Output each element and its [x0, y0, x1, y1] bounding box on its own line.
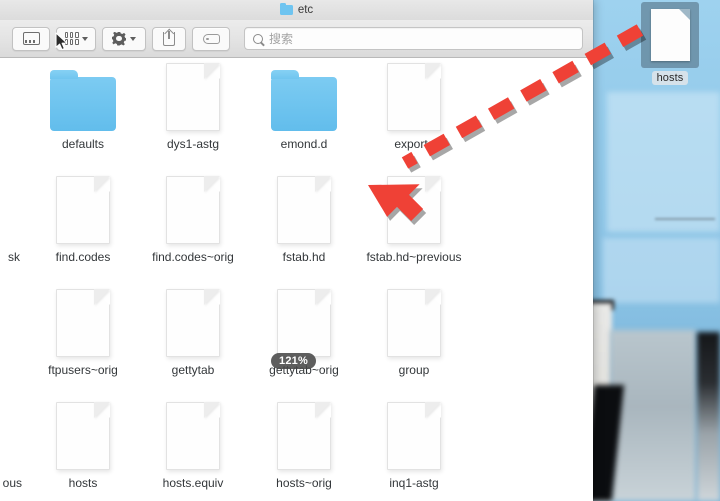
document-icon: [387, 402, 441, 470]
zoom-level-badge: 121%: [271, 353, 316, 369]
file-item-cutoff[interactable]: [0, 285, 22, 363]
document-icon: [56, 176, 110, 244]
file-label: hosts~orig: [276, 476, 332, 490]
document-icon: [166, 402, 220, 470]
file-item-cutoff[interactable]: sk: [0, 172, 22, 264]
file-grid[interactable]: defaults dys1-astg emond.d exports sk fi…: [0, 59, 593, 501]
document-icon: [650, 9, 690, 61]
file-label: dys1-astg: [166, 137, 220, 151]
icon-grid-view-icon: [64, 32, 79, 45]
file-label: ous: [2, 476, 22, 490]
file-label: inq1-astg: [389, 476, 439, 490]
folder-icon: [271, 70, 337, 131]
file-label: hosts.equiv: [162, 476, 224, 490]
tag-button[interactable]: [192, 26, 230, 51]
file-item-hosts[interactable]: hosts: [28, 398, 138, 490]
window-title-group: etc: [279, 2, 314, 16]
file-label: find.codes~orig: [152, 250, 234, 264]
share-icon: [163, 30, 175, 46]
file-item-dys1-astg[interactable]: dys1-astg: [138, 59, 248, 151]
file-label: emond.d: [280, 137, 328, 151]
file-item-gettytab[interactable]: gettytab: [138, 285, 248, 377]
folder-icon: [279, 2, 293, 15]
file-item-ftpusers-orig[interactable]: ftpusers~orig: [28, 285, 138, 377]
document-icon: [166, 289, 220, 357]
desktop-blurred-window-upper: [607, 92, 720, 232]
action-gear-button[interactable]: [102, 26, 146, 51]
document-icon: [56, 289, 110, 357]
document-icon: [277, 402, 331, 470]
file-item-find-codes-orig[interactable]: find.codes~orig: [138, 172, 248, 264]
file-item-emond-d[interactable]: emond.d: [249, 59, 359, 151]
file-label: find.codes: [55, 250, 111, 264]
share-button[interactable]: [152, 26, 186, 51]
file-label: exports: [394, 137, 434, 151]
file-item-fstab-hd[interactable]: fstab.hd: [249, 172, 359, 264]
file-item-defaults[interactable]: defaults: [28, 59, 138, 151]
file-item-find-codes[interactable]: find.codes: [28, 172, 138, 264]
file-item-hosts-orig[interactable]: hosts~orig: [249, 398, 359, 490]
file-item-cutoff[interactable]: [0, 59, 22, 137]
document-icon: [387, 176, 441, 244]
file-grid-row: ous hosts hosts.equiv hosts~orig inq1-as…: [0, 398, 593, 501]
desktop-blurred-window-lower: [603, 238, 720, 303]
file-item-fstab-hd-previous[interactable]: fstab.hd~previous: [359, 172, 469, 264]
gear-icon: [112, 31, 126, 46]
file-item-exports[interactable]: exports: [359, 59, 469, 151]
document-icon: [166, 63, 220, 131]
desktop-blurred-object-right: [697, 332, 720, 501]
document-icon: [277, 289, 331, 357]
window-title: etc: [297, 4, 314, 16]
view-icon-grid-button[interactable]: [56, 26, 96, 51]
document-icon: [166, 176, 220, 244]
document-icon: [277, 176, 331, 244]
file-label: ftpusers~orig: [48, 363, 118, 377]
finder-toolbar[interactable]: 搜索: [0, 20, 593, 58]
file-item-cutoff[interactable]: ous: [0, 398, 22, 490]
desktop-icon-selection-highlight: [641, 2, 699, 68]
file-item-inq1-astg[interactable]: inq1-astg: [359, 398, 469, 490]
search-input[interactable]: 搜索: [244, 27, 583, 50]
search-icon: [253, 33, 263, 44]
file-label: defaults: [61, 137, 105, 151]
chevron-down-icon[interactable]: [130, 36, 136, 41]
desktop-icon-label: hosts: [651, 71, 689, 85]
finder-window[interactable]: etc 搜索 defaults dys1-astg emond.d export…: [0, 0, 593, 501]
file-label: fstab.hd~previous: [366, 250, 462, 264]
document-icon: [387, 289, 441, 357]
file-label: group: [398, 363, 430, 377]
file-label: sk: [8, 250, 20, 264]
view-coverflow-button[interactable]: [12, 26, 50, 51]
search-placeholder: 搜索: [269, 32, 294, 46]
file-label: fstab.hd: [282, 250, 326, 264]
chevron-down-icon[interactable]: [81, 36, 88, 41]
tag-icon: [202, 33, 220, 44]
coverflow-view-icon: [22, 32, 40, 45]
document-icon: [56, 402, 110, 470]
file-grid-row: sk find.codes find.codes~orig fstab.hd f…: [0, 172, 593, 285]
file-grid-row: ftpusers~orig gettytab gettytab~orig gro…: [0, 285, 593, 398]
document-icon: [387, 63, 441, 131]
file-item-group[interactable]: group: [359, 285, 469, 377]
desktop-blurred-divider-line: [655, 218, 715, 220]
file-grid-row: defaults dys1-astg emond.d exports: [0, 59, 593, 172]
file-label: gettytab: [171, 363, 215, 377]
file-item-hosts-equiv[interactable]: hosts.equiv: [138, 398, 248, 490]
file-label: hosts: [68, 476, 98, 490]
desktop-icon-hosts[interactable]: hosts: [637, 2, 703, 92]
folder-icon: [50, 70, 116, 131]
desktop-blurred-object-center: [610, 330, 696, 501]
window-titlebar[interactable]: etc: [0, 0, 593, 20]
